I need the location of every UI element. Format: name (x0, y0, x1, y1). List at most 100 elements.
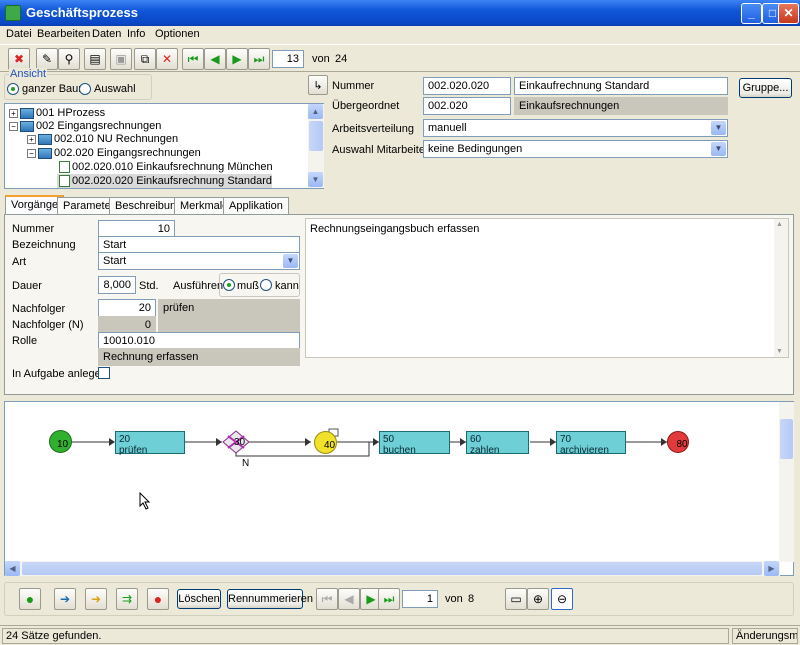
task-buchen[interactable]: 50 buchen (379, 431, 450, 456)
uebergeordnet-field[interactable]: 002.020 (423, 97, 511, 115)
radio-ganzer-baum[interactable] (7, 83, 19, 96)
menu-bearbeiten[interactable]: Bearbeiten (37, 28, 90, 40)
detail-nummer-field[interactable]: 002.020.020 (423, 77, 511, 95)
event-node[interactable]: 40 (314, 431, 337, 454)
menu-optionen[interactable]: Optionen (155, 28, 200, 40)
form-icon[interactable]: ▤ (84, 48, 106, 70)
binoculars-icon[interactable]: ⚲ (58, 48, 80, 70)
first-record-icon[interactable]: ⏮ (182, 48, 204, 70)
menu-info[interactable]: Info (127, 28, 145, 40)
status-mode: Änderungsmo (732, 628, 798, 644)
kann-label: kann (275, 280, 299, 292)
end-node[interactable]: 80 (667, 431, 689, 453)
auswahl-mitarbeiter-select[interactable]: keine Bedingungen ▼ (423, 140, 728, 158)
copy-icon[interactable]: ⧉ (134, 48, 156, 70)
tree-scrollbar[interactable]: ▲ ▼ (308, 104, 324, 188)
dauer-label: Dauer (12, 280, 42, 292)
record-number-input[interactable]: 13 (272, 50, 304, 68)
record-of-label: von (312, 53, 330, 65)
tree-item[interactable]: +001 HProzess (9, 106, 105, 120)
decision-label-n: N (242, 458, 250, 469)
radio-muss[interactable] (223, 279, 235, 292)
save-icon[interactable]: ▣ (110, 48, 132, 70)
radio-kann[interactable] (260, 279, 272, 292)
node-number-input[interactable]: 1 (402, 590, 438, 608)
art-select[interactable]: Start ▼ (98, 252, 300, 270)
minimize-button[interactable]: _ (741, 3, 762, 24)
ganzer-baum-label: ganzer Baum (22, 83, 88, 95)
tree-item[interactable]: −002 Eingangsrechnungen (9, 119, 161, 133)
prev-record-icon[interactable]: ◀ (204, 48, 226, 70)
uebergeordnet-label: Übergeordnet (332, 100, 400, 112)
menu-daten[interactable]: Daten (92, 28, 121, 40)
cancel-icon[interactable]: ✕ (156, 48, 178, 70)
description-text: Rechnungseingangsbuch erfassen (310, 223, 480, 235)
process-tree[interactable]: +001 HProzess −002 Eingangsrechnungen +0… (4, 103, 324, 189)
muss-label: muß (237, 280, 259, 292)
scroll-up-icon[interactable]: ▲ (308, 104, 323, 119)
ansicht-group: Ansicht ganzer Baum Auswahl (4, 68, 152, 100)
chevron-down-icon: ▼ (711, 142, 726, 156)
nachfolger-name-field: prüfen (158, 299, 300, 317)
add-end-icon[interactable]: ● (147, 588, 169, 610)
delete-record-icon[interactable]: ✖ (8, 48, 30, 70)
gruppe-button[interactable]: Gruppe... (739, 78, 792, 98)
aufgabe-checkbox[interactable] (98, 367, 110, 379)
detail-nummer-label: Nummer (332, 80, 375, 92)
bezeichnung-label: Bezeichnung (12, 239, 76, 251)
menu-bar: Datei Bearbeiten Daten Info Optionen (0, 26, 800, 44)
page-icon[interactable]: ▭ (505, 588, 527, 610)
add-event-icon[interactable]: ⇉ (116, 588, 138, 610)
ausfuehren-group: muß kann (219, 273, 300, 297)
prev-node-icon[interactable]: ◀ (338, 588, 360, 610)
tab-applikation[interactable]: Applikation (223, 197, 289, 215)
first-node-icon[interactable]: ⏮ (316, 588, 338, 610)
ansicht-legend: Ansicht (9, 68, 48, 80)
auswahl-mitarbeiter-label: Auswahl Mitarbeiter (332, 144, 429, 156)
tree-item-selected[interactable]: 002.020.020 Einkaufsrechnung Standard (57, 174, 272, 188)
rolle-name-field: Rechnung erfassen (98, 348, 300, 366)
arbeitsverteilung-label: Arbeitsverteilung (332, 123, 414, 135)
renumber-button[interactable]: Rennummerieren (227, 589, 313, 609)
diagram-vscrollbar[interactable] (779, 402, 794, 562)
description-scrollbar[interactable]: ▲ ▼ (774, 219, 788, 357)
add-task-icon[interactable]: ➔ (54, 588, 76, 610)
tree-item[interactable]: +002.010 NU Rechnungen (27, 132, 178, 146)
tab-panel: Nummer 10 Bezeichnung Start Art Start ▼ D… (4, 214, 794, 395)
edit-icon[interactable]: ✎ (36, 48, 58, 70)
last-record-icon[interactable]: ⏭ (248, 48, 270, 70)
task-zahlen[interactable]: 60 zahlen (466, 431, 529, 456)
scroll-left-icon[interactable]: ◀ (5, 561, 20, 576)
task-archivieren[interactable]: 70 archivieren (556, 431, 626, 456)
diagram-hscrollbar[interactable]: ◀ ▶ (5, 561, 780, 576)
scroll-right-icon[interactable]: ▶ (764, 561, 779, 576)
delete-button[interactable]: Löschen (177, 589, 221, 609)
scroll-down-icon[interactable]: ▼ (308, 172, 323, 187)
tree-item[interactable]: 002.020.010 Einkaufsrechnung München (57, 160, 273, 174)
tree-jump-icon[interactable]: ↳ (308, 75, 328, 95)
start-node[interactable]: 10 (49, 430, 72, 453)
nachfolger-n-label: Nachfolger (N) (12, 319, 84, 331)
description-textarea[interactable]: Rechnungseingangsbuch erfassen ▲ ▼ (305, 218, 789, 358)
arbeitsverteilung-select[interactable]: manuell ▼ (423, 119, 728, 137)
dauer-field[interactable]: 8,000 (98, 276, 136, 294)
tab-vorgaenge[interactable]: Vorgänge (5, 195, 65, 216)
nachfolger-field[interactable]: 20 (98, 299, 156, 317)
close-button[interactable]: ✕ (778, 3, 799, 24)
uebergeordnet-name-field: Einkaufsrechnungen (514, 97, 728, 115)
radio-auswahl[interactable] (79, 83, 91, 96)
add-start-icon[interactable]: ● (19, 588, 41, 610)
window-title: Geschäftsprozess (26, 5, 138, 20)
zoom-out-icon[interactable]: ⊖ (551, 588, 573, 610)
task-pruefen[interactable]: 20 prüfen (115, 431, 185, 456)
detail-nummer-name-field[interactable]: Einkaufrechnung Standard (514, 77, 728, 95)
last-node-icon[interactable]: ⏭ (378, 588, 400, 610)
next-record-icon[interactable]: ▶ (226, 48, 248, 70)
process-diagram[interactable]: 10 20 prüfen 30 N 40 50 buchen 60 zahlen 70… (4, 401, 794, 576)
insert-task-icon[interactable]: ➜ (85, 588, 107, 610)
zoom-in-icon[interactable]: ⊕ (527, 588, 549, 610)
tree-item[interactable]: −002.020 Eingangsrechnungen (27, 146, 201, 160)
menu-datei[interactable]: Datei (6, 28, 32, 40)
art-label: Art (12, 256, 27, 268)
nachfolger-label: Nachfolger (12, 303, 66, 315)
